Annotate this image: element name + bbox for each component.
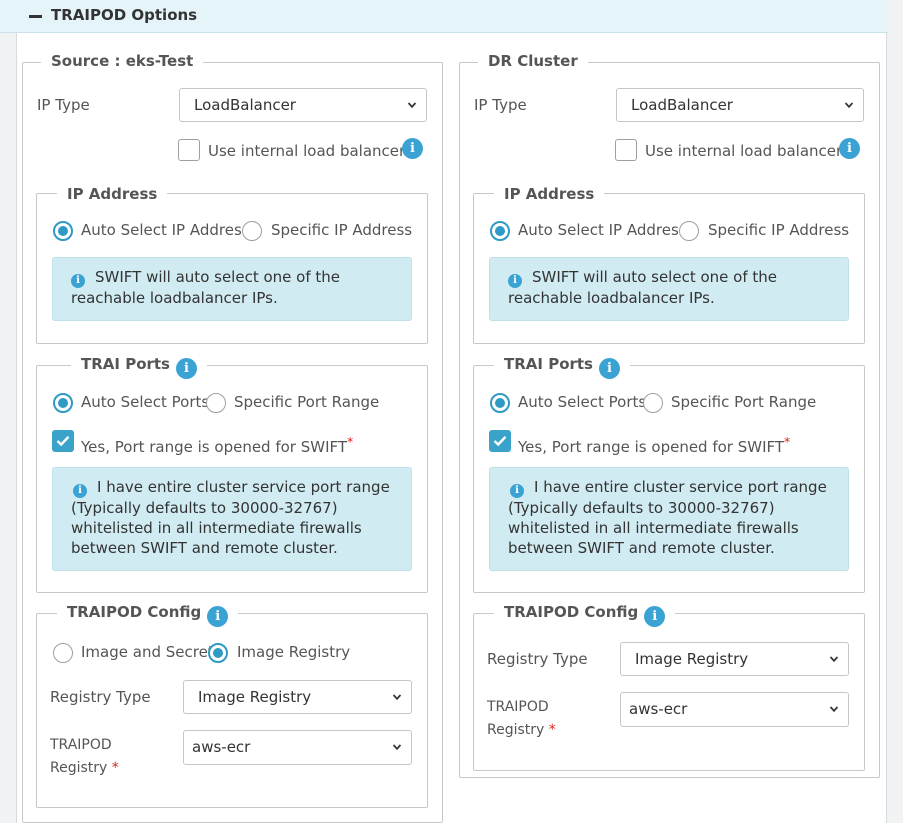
registry-type-label: Registry Type [50, 688, 151, 706]
traipod-registry-label-line2: Registry * [487, 719, 556, 742]
ip-address-legend: IP Address [57, 184, 168, 204]
auto-ip-radio[interactable] [490, 221, 510, 241]
ip-type-label: IP Type [474, 96, 527, 114]
port-range-confirm-checkbox[interactable] [52, 430, 74, 452]
dr-legend: DR Cluster [478, 51, 588, 71]
required-marker: * [548, 722, 556, 738]
trai-ports-legend: TRAI Ports i [494, 354, 630, 379]
port-range-confirm-label: Yes, Port range is opened for SWIFT* [518, 432, 790, 457]
auto-ip-label: Auto Select IP Address [81, 221, 250, 239]
auto-ip-label: Auto Select IP Address [518, 221, 687, 239]
chevron-down-icon [393, 694, 401, 701]
auto-ip-radio[interactable] [53, 221, 73, 241]
traipod-config-legend: TRAIPOD Config i [57, 602, 239, 627]
internal-lb-label: Use internal load balancer [645, 142, 843, 160]
specific-ip-label: Specific IP Address [708, 221, 850, 239]
required-marker: * [347, 434, 354, 449]
traipod-config-legend-text: TRAIPOD Config [504, 603, 639, 621]
chevron-down-icon [830, 706, 838, 713]
image-registry-radio[interactable] [208, 643, 228, 663]
source-legend: Source : eks-Test [41, 51, 204, 71]
ip-type-value: LoadBalancer [631, 96, 733, 114]
specific-ports-radio[interactable] [206, 393, 226, 413]
auto-ports-radio[interactable] [53, 393, 73, 413]
minus-icon[interactable] [29, 15, 42, 18]
ip-type-select[interactable]: LoadBalancer [616, 88, 864, 122]
ip-info-alert: i SWIFT will auto select one of the reach… [52, 257, 412, 321]
auto-ports-label: Auto Select Ports [81, 393, 210, 411]
info-icon[interactable]: i [839, 138, 860, 159]
info-icon: i [73, 484, 87, 498]
traipod-config-legend-text: TRAIPOD Config [67, 603, 202, 621]
ip-address-legend: IP Address [494, 184, 605, 204]
registry-type-value: Image Registry [635, 650, 749, 668]
registry-type-value: Image Registry [198, 688, 312, 706]
traipod-registry-value: aws-ecr [192, 738, 251, 756]
trai-ports-legend: TRAI Ports i [71, 354, 207, 379]
chevron-down-icon [408, 102, 416, 109]
port-range-confirm-checkbox[interactable] [489, 430, 511, 452]
traipod-registry-label-line1: TRAIPOD [50, 737, 112, 753]
left-backdrop [0, 0, 17, 823]
info-icon[interactable]: i [599, 358, 620, 379]
trai-ports-legend-text: TRAI Ports [504, 355, 593, 373]
internal-lb-label: Use internal load balancer [208, 142, 406, 160]
ports-info-text: I have entire cluster service port range… [508, 478, 827, 557]
ip-type-select[interactable]: LoadBalancer [179, 88, 427, 122]
traipod-config-legend: TRAIPOD Config i [494, 602, 676, 627]
info-icon[interactable]: i [176, 358, 197, 379]
ports-info-alert: iI have entire cluster service port rang… [489, 467, 849, 571]
info-icon: i [71, 274, 85, 288]
right-backdrop [886, 0, 903, 823]
section-title: TRAIPOD Options [51, 6, 198, 24]
port-range-confirm-text: Yes, Port range is opened for SWIFT [518, 438, 785, 456]
required-marker: * [784, 434, 791, 449]
port-range-confirm-label: Yes, Port range is opened for SWIFT* [81, 432, 353, 457]
specific-ip-label: Specific IP Address [271, 221, 413, 239]
registry-type-select[interactable]: Image Registry [620, 642, 849, 676]
info-icon[interactable]: i [644, 606, 666, 627]
image-registry-label: Image Registry [237, 643, 351, 661]
check-icon [493, 435, 507, 447]
specific-ports-label: Specific Port Range [671, 393, 817, 411]
auto-ports-label: Auto Select Ports [518, 393, 647, 411]
registry-type-label: Registry Type [487, 650, 588, 668]
port-range-confirm-text: Yes, Port range is opened for SWIFT [81, 438, 348, 456]
specific-ports-label: Specific Port Range [234, 393, 380, 411]
traipod-registry-label-line2: Registry * [50, 757, 119, 780]
image-secret-label: Image and Secret [81, 643, 214, 661]
check-icon [56, 435, 70, 447]
ports-info-alert: iI have entire cluster service port rang… [52, 467, 412, 571]
traipod-registry-label-text: Registry [487, 722, 545, 738]
traipod-registry-select[interactable]: aws-ecr [620, 692, 849, 727]
chevron-down-icon [393, 744, 401, 751]
auto-ports-radio[interactable] [490, 393, 510, 413]
specific-ip-radio[interactable] [679, 221, 699, 241]
info-icon: i [508, 274, 522, 288]
chevron-down-icon [845, 102, 853, 109]
traipod-registry-select[interactable]: aws-ecr [183, 730, 412, 765]
chevron-down-icon [830, 656, 838, 663]
traipod-registry-label-line1: TRAIPOD [487, 699, 549, 715]
info-icon[interactable]: i [402, 138, 423, 159]
ip-info-text: SWIFT will auto select one of the reacha… [508, 268, 777, 307]
traipod-registry-label-text: Registry [50, 760, 108, 776]
specific-ports-radio[interactable] [643, 393, 663, 413]
internal-lb-checkbox[interactable] [615, 139, 637, 161]
ports-info-text: I have entire cluster service port range… [71, 478, 390, 557]
trai-ports-legend-text: TRAI Ports [81, 355, 170, 373]
registry-type-select[interactable]: Image Registry [183, 680, 412, 714]
specific-ip-radio[interactable] [242, 221, 262, 241]
traipod-registry-value: aws-ecr [629, 700, 688, 718]
info-icon[interactable]: i [207, 606, 229, 627]
traipod-options-header[interactable]: TRAIPOD Options [0, 0, 888, 33]
ip-info-alert: i SWIFT will auto select one of the reach… [489, 257, 849, 321]
info-icon: i [510, 484, 524, 498]
required-marker: * [111, 760, 119, 776]
ip-info-text: SWIFT will auto select one of the reacha… [71, 268, 340, 307]
ip-type-value: LoadBalancer [194, 96, 296, 114]
ip-type-label: IP Type [37, 96, 90, 114]
internal-lb-checkbox[interactable] [178, 139, 200, 161]
image-secret-radio[interactable] [53, 643, 73, 663]
